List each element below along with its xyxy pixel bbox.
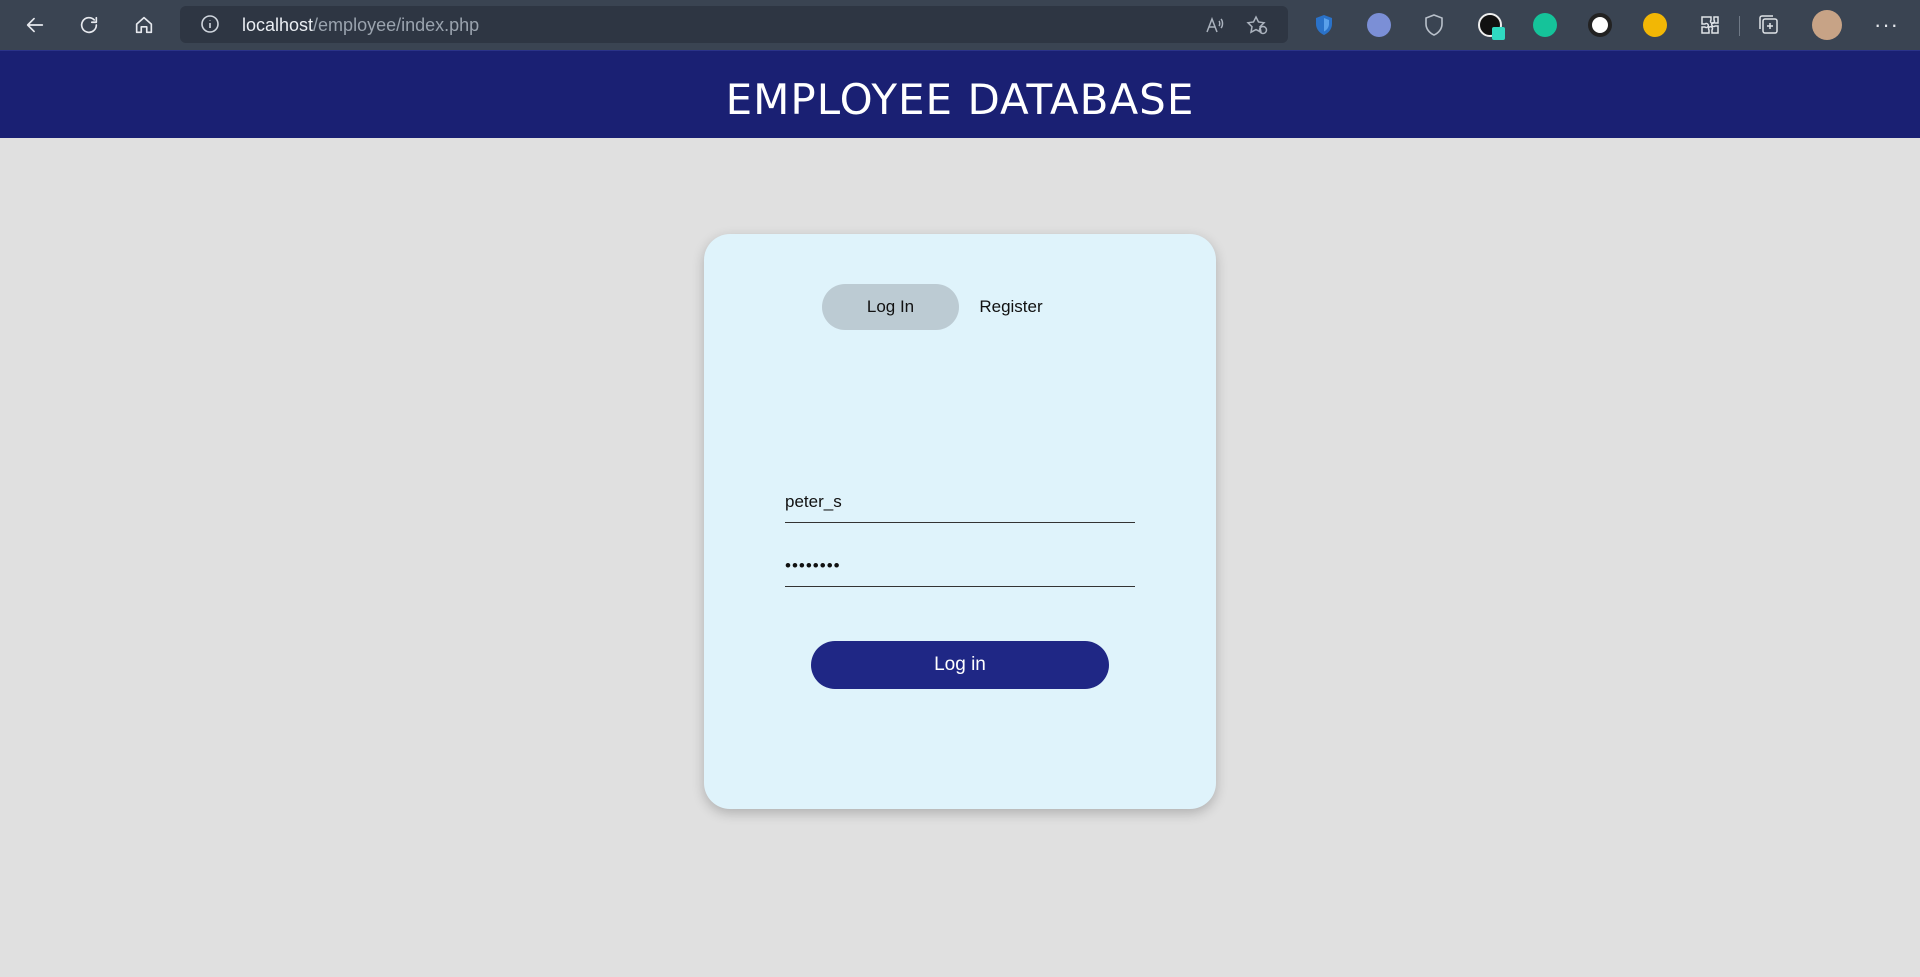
- tab-register[interactable]: Register: [966, 284, 1056, 330]
- refresh-icon[interactable]: [73, 9, 105, 41]
- home-icon[interactable]: [128, 9, 160, 41]
- extension-badge: [1492, 27, 1505, 40]
- username-field[interactable]: [785, 481, 1135, 523]
- search-extension-icon[interactable]: [1367, 13, 1391, 37]
- privacy-shield-icon[interactable]: [1422, 13, 1446, 37]
- profile-avatar[interactable]: [1812, 10, 1842, 40]
- colorful-extension-icon[interactable]: [1643, 13, 1667, 37]
- extension-circle-icon[interactable]: [1588, 13, 1612, 37]
- url-host: localhost: [242, 15, 314, 35]
- site-header: EMPLOYEE DATABASE: [0, 50, 1920, 138]
- url-text[interactable]: localhost/employee/index.php: [242, 15, 479, 36]
- login-card: Log In Register Log in: [704, 234, 1216, 809]
- browser-toolbar: localhost/employee/index.php ···: [0, 0, 1920, 50]
- extensions-puzzle-icon[interactable]: [1698, 13, 1722, 37]
- address-bar[interactable]: localhost/employee/index.php: [180, 6, 1288, 43]
- favorites-add-icon[interactable]: [1246, 15, 1268, 35]
- toolbar-divider: [1739, 16, 1740, 36]
- info-icon[interactable]: [200, 14, 220, 34]
- grammarly-icon[interactable]: [1533, 13, 1557, 37]
- url-path: /employee/index.php: [313, 15, 480, 35]
- collections-icon[interactable]: [1757, 13, 1781, 37]
- page-title: EMPLOYEE DATABASE: [725, 75, 1195, 124]
- shield-extension-icon[interactable]: [1312, 13, 1336, 37]
- read-aloud-icon[interactable]: [1204, 15, 1226, 35]
- login-button[interactable]: Log in: [811, 641, 1109, 689]
- password-field[interactable]: [785, 545, 1135, 587]
- back-arrow-icon[interactable]: [19, 9, 51, 41]
- tab-login[interactable]: Log In: [822, 284, 959, 330]
- menu-dots-icon[interactable]: ···: [1874, 12, 1899, 38]
